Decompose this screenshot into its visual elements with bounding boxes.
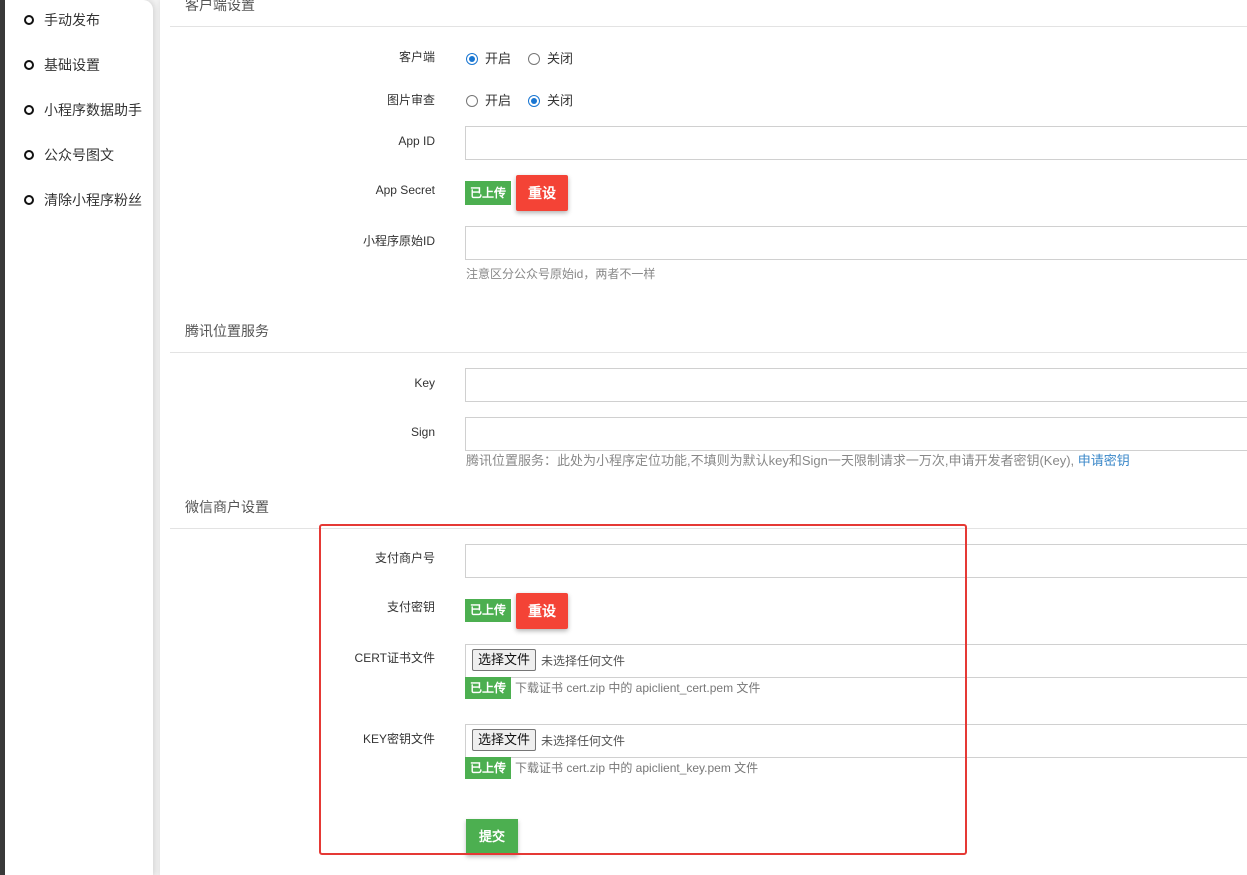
merchant-id-label: 支付商户号 xyxy=(374,551,435,565)
app-secret-label: App Secret xyxy=(375,183,435,197)
pay-key-label: 支付密钥 xyxy=(386,600,435,614)
cert-file-help: 下载证书 cert.zip 中的 apiclient_cert.pem 文件 xyxy=(515,681,761,695)
key-label: Key xyxy=(414,376,435,390)
radio-label[interactable]: 关闭 xyxy=(547,92,573,110)
radio-button[interactable] xyxy=(528,53,540,65)
radio-button[interactable] xyxy=(466,95,478,107)
circle-bullet-icon xyxy=(24,15,34,25)
key-file-input[interactable]: 选择文件 未选择任何文件 xyxy=(465,724,1247,758)
sidebar-item-basic-settings[interactable]: 基础设置 xyxy=(5,54,153,76)
sidebar: 手动发布 基础设置 小程序数据助手 公众号图文 清除小程序粉丝 xyxy=(5,0,153,875)
sidebar-item-label: 手动发布 xyxy=(44,12,100,28)
sign-label: Sign xyxy=(410,425,435,439)
section-heading-client: 客户端设置 xyxy=(185,0,255,13)
circle-bullet-icon xyxy=(24,60,34,70)
circle-bullet-icon xyxy=(24,105,34,115)
key-file-label: KEY密钥文件 xyxy=(362,732,435,746)
divider xyxy=(170,26,1247,27)
tencent-location-help-text: 腾讯位置服务：此处为小程序定位功能,不填则为默认key和Sign一天限制请求一万… xyxy=(466,453,1078,468)
sidebar-item-label: 基础设置 xyxy=(44,57,100,73)
original-id-label: 小程序原始ID xyxy=(362,234,435,248)
sign-input[interactable] xyxy=(465,417,1247,451)
tencent-location-help: 腾讯位置服务：此处为小程序定位功能,不填则为默认key和Sign一天限制请求一万… xyxy=(466,453,1130,469)
app-id-label: App ID xyxy=(398,134,435,148)
divider xyxy=(170,528,1247,529)
circle-bullet-icon xyxy=(24,195,34,205)
radio-label[interactable]: 关闭 xyxy=(547,50,573,68)
sidebar-item-miniprogram-data[interactable]: 小程序数据助手 xyxy=(5,99,153,121)
cert-file-input[interactable]: 选择文件 未选择任何文件 xyxy=(465,644,1247,678)
cert-file-uploaded-badge: 已上传 xyxy=(465,677,511,699)
submit-button[interactable]: 提交 xyxy=(466,819,518,855)
client-radio-on[interactable]: 开启 xyxy=(466,50,511,68)
radio-button[interactable] xyxy=(466,53,478,65)
sidebar-item-manual-publish[interactable]: 手动发布 xyxy=(5,9,153,31)
pay-key-uploaded-badge: 已上传 xyxy=(465,599,511,622)
radio-label[interactable]: 开启 xyxy=(485,50,511,68)
sidebar-item-official-account-articles[interactable]: 公众号图文 xyxy=(5,144,153,166)
sidebar-item-label: 清除小程序粉丝 xyxy=(44,192,142,208)
section-heading-tencent-location: 腾讯位置服务 xyxy=(185,323,269,339)
circle-bullet-icon xyxy=(24,150,34,160)
divider xyxy=(170,352,1247,353)
page: 手动发布 基础设置 小程序数据助手 公众号图文 清除小程序粉丝 客户端设置 客户… xyxy=(0,0,1247,875)
key-file-uploaded-badge: 已上传 xyxy=(465,757,511,779)
section-heading-wechat-merchant: 微信商户设置 xyxy=(185,499,269,515)
pay-key-reset-button[interactable]: 重设 xyxy=(516,593,568,629)
cert-file-label: CERT证书文件 xyxy=(354,651,435,665)
choose-file-button[interactable]: 选择文件 xyxy=(472,729,536,751)
image-review-radio-off[interactable]: 关闭 xyxy=(528,92,573,110)
client-radio-off[interactable]: 关闭 xyxy=(528,50,573,68)
image-review-radio-on[interactable]: 开启 xyxy=(466,92,511,110)
image-review-label: 图片审查 xyxy=(386,93,435,107)
key-input[interactable] xyxy=(465,368,1247,402)
app-id-input[interactable] xyxy=(465,126,1247,160)
apply-key-link[interactable]: 申请密钥 xyxy=(1078,453,1130,468)
sidebar-item-clear-fans[interactable]: 清除小程序粉丝 xyxy=(5,189,153,211)
client-label: 客户端 xyxy=(398,50,435,64)
radio-button[interactable] xyxy=(528,95,540,107)
merchant-id-input[interactable] xyxy=(465,544,1247,578)
app-secret-uploaded-badge: 已上传 xyxy=(465,181,511,205)
original-id-input[interactable] xyxy=(465,226,1247,260)
radio-label[interactable]: 开启 xyxy=(485,92,511,110)
key-file-help: 下载证书 cert.zip 中的 apiclient_key.pem 文件 xyxy=(515,761,759,775)
app-secret-reset-button[interactable]: 重设 xyxy=(516,175,568,211)
original-id-help: 注意区分公众号原始id，两者不一样 xyxy=(466,267,656,281)
sidebar-item-label: 公众号图文 xyxy=(44,147,114,163)
choose-file-button[interactable]: 选择文件 xyxy=(472,649,536,671)
sidebar-item-label: 小程序数据助手 xyxy=(44,102,142,118)
no-file-text: 未选择任何文件 xyxy=(541,654,626,668)
no-file-text: 未选择任何文件 xyxy=(541,734,626,748)
